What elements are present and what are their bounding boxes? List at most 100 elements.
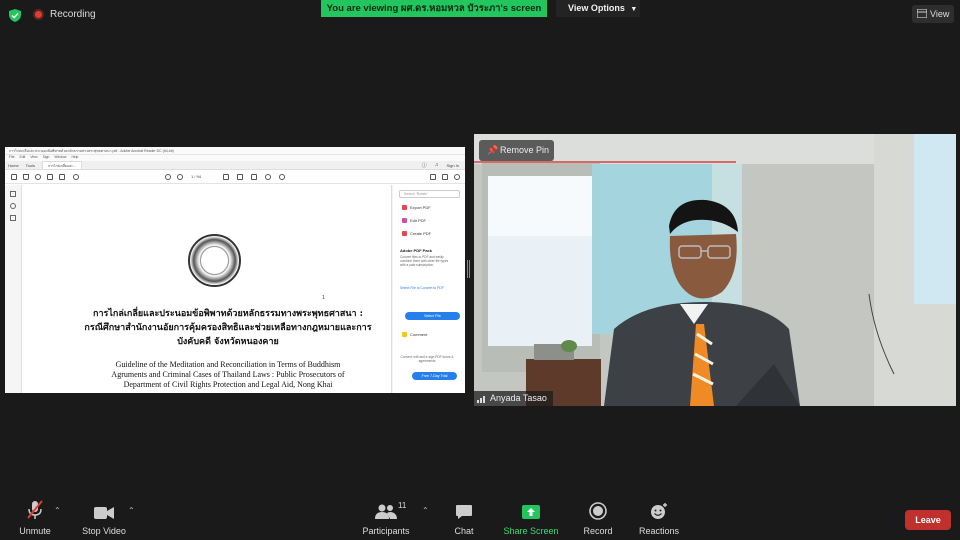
- share-icon[interactable]: [430, 174, 436, 180]
- participant-video[interactable]: 📌 Remove Pin Anyada Tasao: [474, 134, 956, 406]
- bell-icon[interactable]: ♫: [435, 162, 439, 168]
- pack-title: Adobe PDF Pack: [400, 248, 433, 253]
- view-options-label: View Options: [568, 3, 625, 13]
- page-down-icon[interactable]: [177, 174, 183, 180]
- signal-bars-icon: [477, 396, 485, 403]
- grid-view-icon: [917, 9, 927, 18]
- comment-label: Comment: [410, 332, 428, 337]
- view-options-button[interactable]: View Options ▼: [556, 0, 640, 17]
- participant-video-image: [474, 134, 956, 406]
- mail-icon[interactable]: [59, 174, 65, 180]
- sign-in-link[interactable]: Sign In: [447, 163, 459, 168]
- audio-options-caret-icon[interactable]: ⌃: [54, 506, 61, 515]
- pin-icon: 📌: [487, 145, 499, 155]
- layers-icon[interactable]: [10, 215, 16, 221]
- share-screen-icon: [522, 505, 540, 519]
- video-options-caret-icon[interactable]: ⌃: [128, 506, 135, 515]
- pen-icon[interactable]: [251, 174, 257, 180]
- chat-bubble-icon: [456, 505, 472, 519]
- split-divider-handle[interactable]: [467, 260, 470, 278]
- participant-name-tag: Anyada Tasao: [474, 391, 553, 406]
- help-icon[interactable]: ⓘ: [422, 162, 427, 169]
- acrobat-body: 1 การไกล่เกลี่ยและประนอมข้อพิพาทด้วยหลัก…: [5, 185, 465, 393]
- page-up-icon[interactable]: [165, 174, 171, 180]
- message-icon[interactable]: [442, 174, 448, 180]
- reactions-button[interactable]: Reactions: [634, 496, 684, 540]
- thai-title-line-3: บังคับคดี จังหวัดหนองคาย: [177, 337, 279, 347]
- select-icon[interactable]: [223, 174, 229, 180]
- stop-video-label: Stop Video: [82, 526, 126, 536]
- chat-label: Chat: [454, 526, 474, 536]
- bookmark-icon[interactable]: [23, 174, 29, 180]
- share-screen-label: Share Screen: [503, 526, 559, 536]
- chat-button[interactable]: Chat: [444, 496, 484, 540]
- print-icon[interactable]: [47, 174, 53, 180]
- remove-pin-button[interactable]: 📌 Remove Pin: [479, 140, 554, 161]
- pages-icon[interactable]: [10, 191, 16, 197]
- record-button[interactable]: Record: [578, 496, 618, 540]
- reactions-label: Reactions: [638, 526, 680, 536]
- shield-check-icon[interactable]: [9, 9, 21, 22]
- upload-icon[interactable]: [35, 174, 41, 180]
- menu-view[interactable]: View: [30, 155, 37, 161]
- save-icon[interactable]: [11, 174, 17, 180]
- comment-item[interactable]: Comment: [402, 332, 427, 337]
- meeting-controls: Unmute ⌃ Stop Video ⌃ Participants 11 ⌃: [0, 496, 960, 540]
- video-camera-icon: [94, 507, 114, 519]
- muted-microphone-icon: [27, 500, 43, 519]
- shared-screen[interactable]: การไกล่เกลี่ยและประนอมข้อพิพาทด้วยหลักธร…: [5, 147, 465, 393]
- menu-file[interactable]: File: [9, 155, 14, 161]
- export-pdf-label: Export PDF: [410, 205, 431, 210]
- chevron-down-icon: ▼: [630, 6, 638, 13]
- recording-icon: [33, 9, 44, 20]
- view-label: View: [930, 9, 950, 19]
- thai-title-line-1: การไกล่เกลี่ยและประนอมข้อพิพาทด้วยหลักธร…: [93, 309, 363, 319]
- export-pdf-icon: [402, 205, 407, 210]
- leave-button[interactable]: Leave: [905, 510, 951, 530]
- undo-icon[interactable]: [279, 174, 285, 180]
- create-pdf-item[interactable]: Create PDF: [402, 231, 431, 236]
- english-title-line-1: Guideline of the Meditation and Reconcil…: [115, 360, 341, 369]
- thai-title-line-2: กรณีศึกษาสำนักงานอัยการคุ้มครองสิทธิและช…: [84, 323, 372, 333]
- free-trial-button[interactable]: Free 7-Day Trial: [412, 372, 457, 380]
- attachment-icon[interactable]: [10, 203, 16, 209]
- rotate-icon[interactable]: [265, 174, 271, 180]
- tab-document[interactable]: การไกล่เกลี่ยและ...: [42, 161, 82, 169]
- top-bar: Recording You are viewing ผศ.ดร.หอมหวล บ…: [0, 0, 960, 30]
- unmute-label: Unmute: [19, 526, 51, 536]
- unmute-button[interactable]: Unmute: [10, 496, 60, 540]
- record-icon: [589, 502, 607, 520]
- left-rail: [5, 185, 22, 393]
- record-label: Record: [583, 526, 613, 536]
- create-pdf-label: Create PDF: [410, 231, 432, 236]
- share-screen-button[interactable]: Share Screen: [501, 496, 561, 540]
- pdf-page: 1 การไกล่เกลี่ยและประนอมข้อพิพาทด้วยหลัก…: [22, 185, 409, 393]
- reactions-smiley-icon: [651, 503, 667, 519]
- acrobat-tools-panel: Search 'Rotate' Export PDF Edit PDF Crea…: [393, 185, 465, 393]
- comment-tool-icon[interactable]: [237, 174, 243, 180]
- edit-pdf-item[interactable]: Edit PDF: [402, 218, 426, 223]
- stop-video-button[interactable]: Stop Video: [76, 496, 132, 540]
- select-file-link[interactable]: Select File to Convert to PDF: [400, 286, 444, 290]
- acrobat-toolbar: 1 / 94: [5, 170, 465, 184]
- account-icon[interactable]: [454, 174, 460, 180]
- promo-text: Convert, edit and e-sign PDF forms & agr…: [400, 355, 454, 363]
- zoom-icon[interactable]: [73, 174, 79, 180]
- tab-tools[interactable]: Tools: [26, 163, 35, 168]
- participants-caret-icon[interactable]: ⌃: [422, 506, 429, 515]
- page-indicator[interactable]: 1 / 94: [191, 174, 201, 179]
- participant-name: Anyada Tasao: [490, 393, 547, 403]
- participants-label: Participants: [362, 526, 410, 536]
- select-file-button[interactable]: Select File: [405, 312, 460, 320]
- tools-search-input[interactable]: Search 'Rotate': [399, 190, 460, 198]
- english-title-line-3: Department of Civil Rights Protection an…: [123, 380, 333, 389]
- acrobat-tabs: Home Tools การไกล่เกลี่ยและ... ⓘ ♫ Sign …: [5, 161, 465, 170]
- menu-edit[interactable]: Edit: [19, 155, 25, 161]
- view-button[interactable]: View: [912, 5, 954, 23]
- tab-home[interactable]: Home: [8, 163, 19, 168]
- participants-count: 11: [398, 501, 407, 510]
- university-seal-image: [188, 234, 241, 287]
- remove-pin-label: Remove Pin: [500, 145, 550, 155]
- recording-label: Recording: [50, 9, 96, 20]
- export-pdf-item[interactable]: Export PDF: [402, 205, 431, 210]
